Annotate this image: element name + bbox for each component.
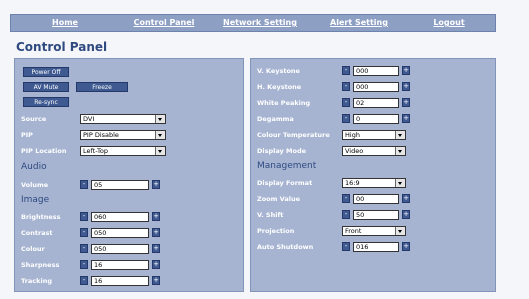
- tracking-label: Tracking: [21, 277, 52, 285]
- white-peaking-label: White Peaking: [257, 99, 311, 107]
- resync-button[interactable]: Re-sync: [23, 97, 69, 107]
- brightness-decrease-button[interactable]: -: [80, 212, 88, 221]
- zoom-value-decrease-button[interactable]: -: [342, 194, 350, 203]
- colour-temperature-select[interactable]: High: [342, 130, 406, 140]
- pip-location-label: PIP Location: [21, 147, 67, 155]
- chevron-down-icon: [395, 227, 405, 235]
- brightness-input[interactable]: 060: [91, 212, 149, 222]
- degamma-label: Degamma: [257, 115, 294, 123]
- sharpness-decrease-button[interactable]: -: [80, 260, 88, 269]
- v-shift-increase-button[interactable]: +: [402, 210, 410, 219]
- contrast-input[interactable]: 050: [91, 228, 149, 238]
- zoom-value-label: Zoom Value: [257, 195, 301, 203]
- display-format-label: Display Format: [257, 179, 313, 187]
- auto-shutdown-input[interactable]: 016: [353, 242, 399, 252]
- colour-temperature-label: Colour Temperature: [257, 131, 330, 139]
- chevron-down-icon: [155, 115, 165, 123]
- freeze-button[interactable]: Freeze: [76, 82, 128, 92]
- volume-increase-button[interactable]: +: [152, 180, 160, 189]
- page-title: Control Panel: [16, 40, 108, 54]
- h-keystone-decrease-button[interactable]: -: [342, 82, 350, 91]
- sharpness-input[interactable]: 16: [91, 260, 149, 270]
- management-section-heading: Management: [257, 161, 317, 171]
- tracking-increase-button[interactable]: +: [152, 276, 160, 285]
- nav-alert-setting-link[interactable]: Alert Setting: [329, 15, 389, 31]
- v-keystone-input[interactable]: 000: [353, 66, 399, 76]
- source-select[interactable]: DVI: [80, 114, 166, 124]
- image-section-heading: Image: [21, 195, 50, 205]
- colour-label: Colour: [21, 245, 45, 253]
- zoom-value-increase-button[interactable]: +: [402, 194, 410, 203]
- display-format-select[interactable]: 16:9: [342, 178, 406, 188]
- pip-label: PIP: [21, 131, 33, 139]
- auto-shutdown-label: Auto Shutdown: [257, 243, 314, 251]
- nav-control-panel-link[interactable]: Control Panel: [129, 15, 199, 31]
- chevron-down-icon: [395, 179, 405, 187]
- white-peaking-decrease-button[interactable]: -: [342, 98, 350, 107]
- h-keystone-label: H. Keystone: [257, 83, 302, 91]
- volume-input[interactable]: 05: [91, 180, 149, 190]
- right-control-panel: V. Keystone - 000 + H. Keystone - 000 + …: [250, 58, 496, 292]
- auto-shutdown-decrease-button[interactable]: -: [342, 242, 350, 251]
- chevron-down-icon: [155, 131, 165, 139]
- colour-increase-button[interactable]: +: [152, 244, 160, 253]
- pip-location-select[interactable]: Left-Top: [80, 146, 166, 156]
- nav-logout-link[interactable]: Logout: [429, 15, 469, 31]
- source-label: Source: [21, 115, 47, 123]
- tracking-decrease-button[interactable]: -: [80, 276, 88, 285]
- auto-shutdown-increase-button[interactable]: +: [402, 242, 410, 251]
- sharpness-increase-button[interactable]: +: [152, 260, 160, 269]
- display-mode-label: Display Mode: [257, 147, 307, 155]
- chevron-down-icon: [395, 131, 405, 139]
- degamma-decrease-button[interactable]: -: [342, 114, 350, 123]
- colour-input[interactable]: 050: [91, 244, 149, 254]
- contrast-label: Contrast: [21, 229, 53, 237]
- v-shift-label: V. Shift: [257, 211, 284, 219]
- volume-decrease-button[interactable]: -: [80, 180, 88, 189]
- degamma-input[interactable]: 0: [353, 114, 399, 124]
- top-nav-bar: Home Control Panel Network Setting Alert…: [10, 14, 496, 32]
- chevron-down-icon: [395, 147, 405, 155]
- nav-network-setting-link[interactable]: Network Setting: [221, 15, 299, 31]
- av-mute-button[interactable]: AV Mute: [23, 82, 69, 92]
- colour-decrease-button[interactable]: -: [80, 244, 88, 253]
- brightness-increase-button[interactable]: +: [152, 212, 160, 221]
- sharpness-label: Sharpness: [21, 261, 60, 269]
- nav-home-link[interactable]: Home: [48, 15, 82, 31]
- degamma-increase-button[interactable]: +: [402, 114, 410, 123]
- zoom-value-input[interactable]: 00: [353, 194, 399, 204]
- power-off-button[interactable]: Power Off: [23, 67, 69, 77]
- audio-section-heading: Audio: [21, 162, 47, 172]
- v-keystone-label: V. Keystone: [257, 67, 300, 75]
- brightness-label: Brightness: [21, 213, 61, 221]
- display-mode-select[interactable]: Video: [342, 146, 406, 156]
- chevron-down-icon: [155, 147, 165, 155]
- projection-select[interactable]: Front: [342, 226, 406, 236]
- left-control-panel: Power Off AV Mute Freeze Re-sync Source …: [14, 58, 244, 292]
- contrast-decrease-button[interactable]: -: [80, 228, 88, 237]
- tracking-input[interactable]: 16: [91, 276, 149, 286]
- v-shift-decrease-button[interactable]: -: [342, 210, 350, 219]
- v-shift-input[interactable]: 50: [353, 210, 399, 220]
- white-peaking-increase-button[interactable]: +: [402, 98, 410, 107]
- pip-select[interactable]: PIP Disable: [80, 130, 166, 140]
- projection-label: Projection: [257, 227, 295, 235]
- v-keystone-increase-button[interactable]: +: [402, 66, 410, 75]
- volume-label: Volume: [21, 181, 49, 189]
- h-keystone-increase-button[interactable]: +: [402, 82, 410, 91]
- white-peaking-input[interactable]: 02: [353, 98, 399, 108]
- contrast-increase-button[interactable]: +: [152, 228, 160, 237]
- v-keystone-decrease-button[interactable]: -: [342, 66, 350, 75]
- h-keystone-input[interactable]: 000: [353, 82, 399, 92]
